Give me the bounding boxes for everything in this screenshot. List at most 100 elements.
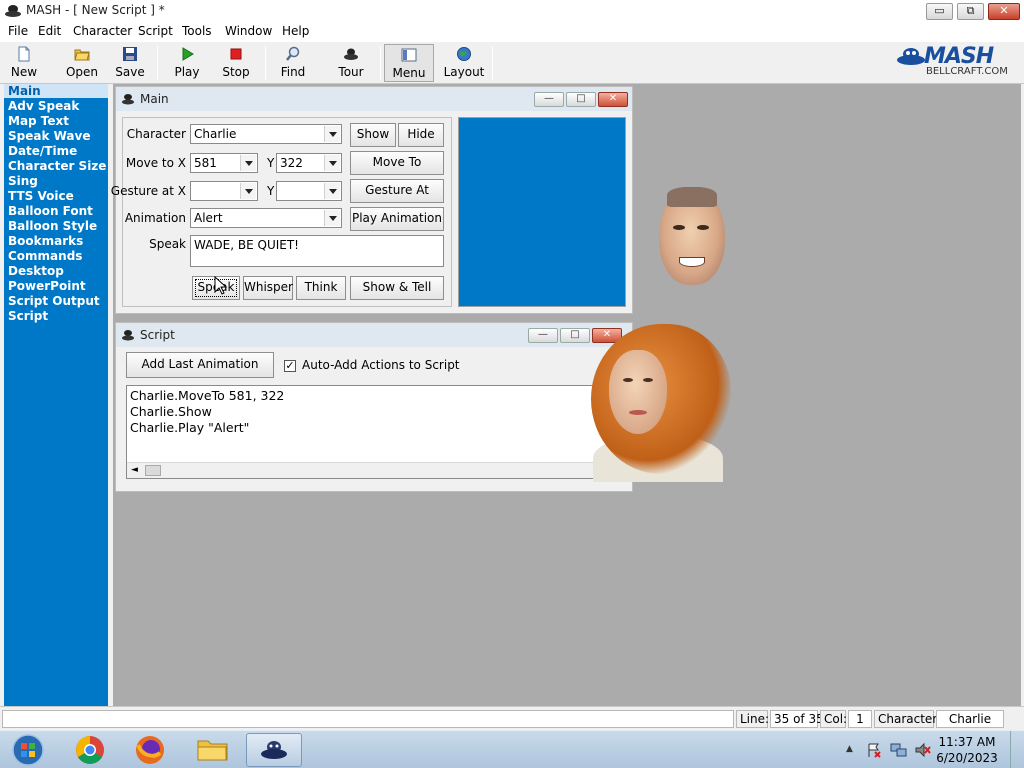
find-button[interactable]: Find [276,44,310,82]
whisper-button[interactable]: Whisper [243,276,293,300]
script-window-caption[interactable]: Script — □ ✕ [116,323,632,347]
speak-text-input[interactable]: WADE, BE QUIET! [190,235,444,267]
layout-globe-icon [457,47,471,61]
restore-button[interactable]: ⧉ [957,3,984,20]
show-button[interactable]: Show [350,123,396,147]
charlie-eye-left [623,378,633,382]
gesture-x-combo[interactable] [190,181,258,201]
menu-file[interactable]: File [8,24,28,38]
new-button[interactable]: New [6,44,42,82]
script-minimize-button[interactable]: — [528,328,558,343]
sidebar-item-commands[interactable]: Commands [8,249,82,263]
scrollbar-thumb[interactable] [145,465,161,476]
stop-label: Stop [222,65,250,79]
toolbar-separator [157,46,158,80]
character-select-value: Charlie [194,127,237,141]
menu-toggle-button[interactable]: Menu [384,44,434,82]
sidebar-item-adv-speak[interactable]: Adv Speak [8,99,79,113]
add-last-animation-button[interactable]: Add Last Animation [126,352,274,378]
menu-label: Menu [392,66,426,80]
taskbar-chrome-button[interactable] [62,733,118,767]
sidebar-item-powerpoint[interactable]: PowerPoint [8,279,86,293]
main-window-caption[interactable]: Main — □ ✕ [116,87,632,111]
move-to-button[interactable]: Move To [350,151,444,175]
sidebar-item-date-time[interactable]: Date/Time [8,144,77,158]
menu-window[interactable]: Window [225,24,272,38]
sidebar-item-balloon-font[interactable]: Balloon Font [8,204,93,218]
new-label: New [10,65,38,79]
gesture-at-x-label: Gesture at X [110,184,186,198]
menu-tools[interactable]: Tools [182,24,212,38]
script-window: Script — □ ✕ Add Last Animation ✓ Auto-A… [115,322,633,492]
hide-button[interactable]: Hide [398,123,444,147]
menu-edit[interactable]: Edit [38,24,61,38]
move-y-value: 322 [280,156,303,170]
chevron-down-icon [324,126,340,142]
toolbar: New Open Save Play Stop Find Tour Menu L… [0,42,1024,84]
charlie-mouth [629,410,647,415]
menu-script[interactable]: Script [138,24,173,38]
status-character-label: Character: [874,710,941,728]
sidebar-item-script-output[interactable]: Script Output [8,294,100,308]
sidebar-item-tts-voice[interactable]: TTS Voice [8,189,74,203]
show-and-tell-button[interactable]: Show & Tell [350,276,444,300]
script-editor[interactable]: Charlie.MoveTo 581, 322 Charlie.Show Cha… [126,385,626,479]
save-button[interactable]: Save [112,44,148,82]
move-x-combo[interactable]: 581 [190,153,258,173]
network-icon[interactable] [890,742,908,758]
main-close-button[interactable]: ✕ [598,92,628,107]
auto-add-checkbox[interactable]: ✓ [284,360,296,372]
start-button[interactable] [2,733,54,767]
wade-character-head[interactable] [659,187,725,285]
status-col-value: 1 [848,710,872,728]
main-window: Main — □ ✕ Character Charlie Show Hide M… [111,86,633,314]
script-window-icon [122,330,134,341]
gesture-at-button[interactable]: Gesture At [350,179,444,203]
sidebar-item-bookmarks[interactable]: Bookmarks [8,234,83,248]
app-title-bar[interactable]: MASH - [ New Script ] * ▭ ⧉ ✕ [0,0,1024,22]
menu-help[interactable]: Help [282,24,309,38]
taskbar-mash-button[interactable] [246,733,302,767]
show-desktop-button[interactable] [1010,731,1024,768]
system-clock[interactable]: 11:37 AM 6/20/2023 [932,734,1002,766]
horizontal-scrollbar[interactable]: ◄ [127,462,625,478]
sidebar-item-map-text[interactable]: Map Text [8,114,69,128]
move-y-combo[interactable]: 322 [276,153,342,173]
sidebar-item-desktop[interactable]: Desktop [8,264,64,278]
layout-button[interactable]: Layout [442,44,486,82]
open-button[interactable]: Open [62,44,102,82]
charlie-character[interactable] [583,324,739,482]
animation-select[interactable]: Alert [190,208,342,228]
sidebar-item-script[interactable]: Script [8,309,48,323]
scroll-left-arrow-icon[interactable]: ◄ [131,465,138,475]
volume-muted-icon[interactable] [914,742,932,758]
play-button[interactable]: Play [170,44,204,82]
open-folder-icon [74,49,90,61]
windows-start-orb-icon [12,734,44,766]
main-maximize-button[interactable]: □ [566,92,596,107]
character-select[interactable]: Charlie [190,124,342,144]
window-title: MASH - [ New Script ] * [26,3,165,17]
show-hidden-icons-icon[interactable]: ▲ [846,744,853,754]
action-center-flag-icon[interactable] [866,742,882,758]
chevron-down-icon [240,183,256,199]
play-animation-button[interactable]: Play Animation [350,207,444,231]
new-document-icon [18,46,30,62]
stop-button[interactable]: Stop [218,44,254,82]
sidebar-item-speak-wave[interactable]: Speak Wave [8,129,91,143]
gesture-y-combo[interactable] [276,181,342,201]
sidebar-item-character-size[interactable]: Character Size [8,159,106,173]
script-line: Charlie.MoveTo 581, 322 [130,388,285,403]
taskbar-explorer-button[interactable] [184,733,240,767]
menu-character[interactable]: Character [73,24,132,38]
think-button[interactable]: Think [296,276,346,300]
sidebar-item-main[interactable]: Main [4,84,108,98]
minimize-button[interactable]: ▭ [926,3,953,20]
menu-bar: File Edit Character Script Tools Window … [0,22,1024,42]
tour-button[interactable]: Tour [332,44,370,82]
main-minimize-button[interactable]: — [534,92,564,107]
sidebar-item-sing[interactable]: Sing [8,174,38,188]
taskbar-firefox-button[interactable] [122,733,178,767]
sidebar-item-balloon-style[interactable]: Balloon Style [8,219,97,233]
close-button[interactable]: ✕ [988,3,1020,20]
